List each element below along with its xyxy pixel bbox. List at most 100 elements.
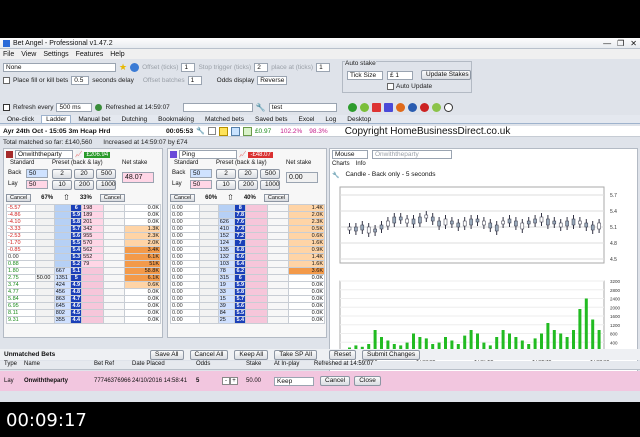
- ladder-row[interactable]: -3.33 5.7 342 1.3K: [6, 225, 161, 233]
- right-cell-4[interactable]: [245, 239, 268, 247]
- cancel-bet-button[interactable]: Cancel: [320, 376, 351, 386]
- left-cell-2[interactable]: 802: [53, 309, 72, 317]
- odds-increase-button[interactable]: +: [230, 377, 238, 385]
- right-cell-2[interactable]: 78: [217, 267, 236, 275]
- right-cell-4[interactable]: [245, 260, 268, 268]
- tab-one-click[interactable]: One-click: [3, 116, 38, 123]
- right-preset-4[interactable]: 10: [216, 180, 236, 190]
- up-arrow-icon[interactable]: ⇧: [227, 193, 234, 202]
- ladder-row[interactable]: 0.00 25 5.4 0.0K: [170, 316, 325, 324]
- left-cell-4[interactable]: [81, 309, 104, 317]
- right-cell-2[interactable]: 39: [217, 302, 236, 310]
- stake-input[interactable]: £ 1: [387, 71, 413, 80]
- stop-trigger-input[interactable]: 2: [254, 62, 269, 72]
- ladder-row[interactable]: 8.11 802 4.5 0.0K: [6, 309, 161, 317]
- ladder-row[interactable]: 0.00 19 5.9 0.0K: [170, 281, 325, 289]
- left-preset-6[interactable]: 1000: [96, 180, 116, 190]
- tab-charts[interactable]: Charts: [332, 161, 350, 167]
- fill-kill-checkbox[interactable]: [3, 76, 10, 84]
- reset-button[interactable]: Reset: [329, 349, 357, 360]
- right-cancel-lay-button[interactable]: Cancel: [263, 193, 289, 202]
- persistence-select[interactable]: Keep: [274, 376, 314, 386]
- tab-info[interactable]: Info: [356, 161, 366, 167]
- left-cell-2[interactable]: 355: [53, 316, 72, 324]
- ladder-row[interactable]: 0.00 103 6.4 1.6K: [170, 260, 325, 268]
- mouse-mode-select[interactable]: Mouse: [332, 150, 368, 159]
- left-cell-4[interactable]: 189: [81, 211, 104, 219]
- right-cell-2[interactable]: 152: [217, 232, 236, 240]
- take-sp-all-button[interactable]: Take SP All: [274, 349, 318, 360]
- left-runner-select[interactable]: Onwiththeparty: [15, 150, 73, 159]
- bet-odds[interactable]: 5: [196, 378, 222, 384]
- right-cell-2[interactable]: 315: [217, 274, 236, 282]
- right-cell-2[interactable]: 84: [217, 309, 236, 317]
- right-cell-4[interactable]: [245, 274, 268, 282]
- info-icon[interactable]: [130, 62, 140, 72]
- ladder-row[interactable]: 1.80 667 5.1 58.8K: [6, 267, 161, 275]
- ladder-row[interactable]: -4.86 5.9 189 0.0K: [6, 211, 161, 219]
- tab-excel[interactable]: Excel: [295, 116, 319, 123]
- tab-dutching[interactable]: Dutching: [118, 116, 152, 123]
- right-preset-1[interactable]: 2: [216, 169, 236, 179]
- menu-settings[interactable]: Settings: [43, 51, 68, 58]
- wrench-icon[interactable]: 🔧: [332, 172, 339, 179]
- wrench-icon[interactable]: 🔧: [256, 103, 266, 112]
- left-cell-2[interactable]: 1351: [53, 274, 72, 282]
- left-cell-2[interactable]: 863: [53, 295, 72, 303]
- left-cell-4[interactable]: [81, 274, 104, 282]
- menu-help[interactable]: Help: [110, 51, 124, 58]
- ladder-row[interactable]: 0.00 5.3 552 6.1K: [6, 253, 161, 261]
- ladder-row[interactable]: 0.00 124 7 1.6K: [170, 239, 325, 247]
- right-back-stake[interactable]: 50: [190, 169, 212, 178]
- left-cell-4[interactable]: 562: [81, 246, 104, 254]
- right-preset-3[interactable]: 500: [260, 169, 280, 179]
- tool-icon-5[interactable]: [395, 102, 405, 112]
- ladder-row[interactable]: 0.00 84 5.5 0.0K: [170, 309, 325, 317]
- left-cell-4[interactable]: 198: [81, 204, 104, 212]
- market-select[interactable]: None: [3, 62, 116, 72]
- right-cell-2[interactable]: 25: [217, 316, 236, 324]
- ladder-row[interactable]: 0.00 15 5.7 0.0K: [170, 295, 325, 303]
- ladder-row[interactable]: 0.00 135 6.8 0.9K: [170, 246, 325, 254]
- left-cell-2[interactable]: 456: [53, 288, 72, 296]
- right-cell-4[interactable]: [245, 267, 268, 275]
- ladder-row[interactable]: 5.84 863 4.7 0.0K: [6, 295, 161, 303]
- right-cell-4[interactable]: [245, 302, 268, 310]
- right-cell-2[interactable]: 135: [217, 246, 236, 254]
- cancel-all-button[interactable]: Cancel All: [189, 349, 229, 360]
- save-all-button[interactable]: Save All: [150, 349, 184, 360]
- ladder-row[interactable]: 0.00 39 5.6 0.0K: [170, 302, 325, 310]
- left-cell-4[interactable]: 79: [81, 260, 104, 268]
- ladder-row[interactable]: -2.53 5.6 955 2.3K: [6, 232, 161, 240]
- minimize-button[interactable]: —: [603, 39, 611, 48]
- tool-icon-2[interactable]: [359, 102, 369, 112]
- left-cell-4[interactable]: [81, 281, 104, 289]
- refresh-checkbox[interactable]: [3, 103, 10, 111]
- offset-input[interactable]: 1: [181, 62, 196, 72]
- tab-matched-bets[interactable]: Matched bets: [201, 116, 248, 123]
- left-cell-4[interactable]: 342: [81, 225, 104, 233]
- market-filter-select[interactable]: [182, 102, 253, 112]
- right-preset-6[interactable]: 1000: [260, 180, 280, 190]
- left-cell-4[interactable]: [81, 316, 104, 324]
- menu-features[interactable]: Features: [76, 51, 104, 58]
- right-cell-4[interactable]: [245, 225, 268, 233]
- right-cell-2[interactable]: 19: [217, 281, 236, 289]
- left-cell-2[interactable]: [53, 232, 72, 240]
- right-cell-4[interactable]: [245, 309, 268, 317]
- tool-icon-1[interactable]: [347, 102, 357, 112]
- left-cell-2[interactable]: [53, 246, 72, 254]
- close-window-button[interactable]: ✕: [630, 39, 637, 48]
- ladder-row[interactable]: 0.00 8 1.4K: [170, 204, 325, 212]
- left-cell-2[interactable]: 645: [53, 302, 72, 310]
- right-cell-4[interactable]: [245, 211, 268, 219]
- left-cell-2[interactable]: [53, 253, 72, 261]
- unmatched-bet-row[interactable]: Lay Onwiththeparty 77746376966 24/10/201…: [0, 371, 640, 391]
- right-lay-stake[interactable]: 50: [190, 180, 212, 189]
- ladder-row[interactable]: 0.00 410 7.4 0.5K: [170, 225, 325, 233]
- right-cell-4[interactable]: [245, 316, 268, 324]
- left-preset-5[interactable]: 200: [74, 180, 94, 190]
- right-preset-2[interactable]: 20: [238, 169, 258, 179]
- keep-all-button[interactable]: Keep All: [234, 349, 269, 360]
- right-cell-2[interactable]: [217, 211, 236, 219]
